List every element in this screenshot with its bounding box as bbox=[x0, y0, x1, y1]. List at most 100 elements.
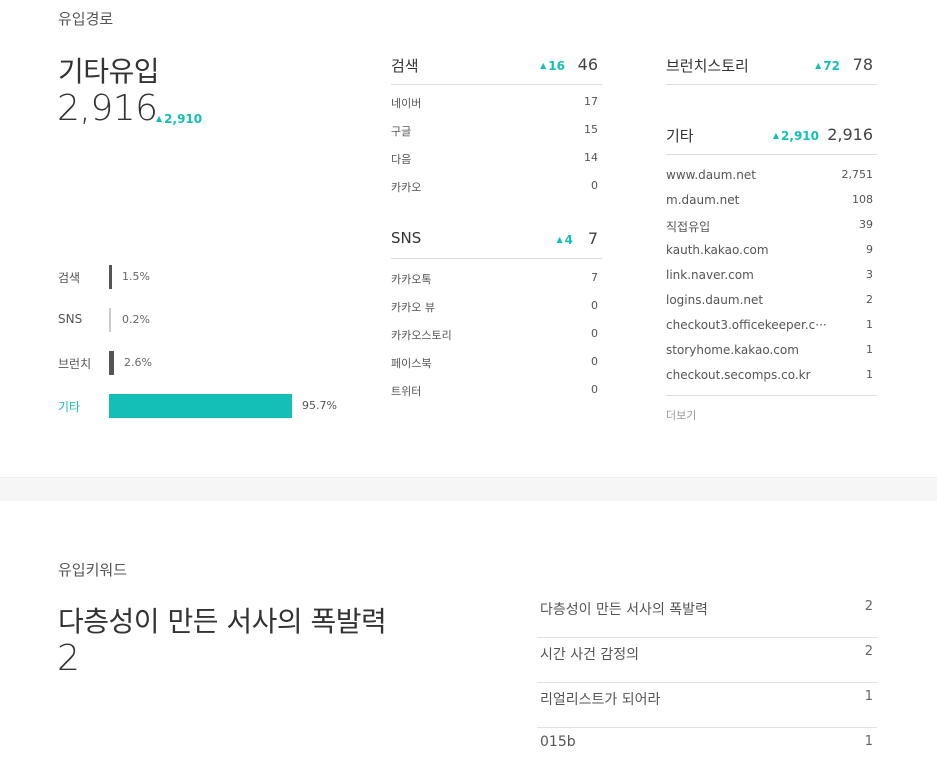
group-count: 46 bbox=[577, 55, 598, 74]
group-header[interactable]: SNS ▲ 4 7 bbox=[391, 221, 602, 259]
ratio-bar bbox=[109, 265, 112, 289]
keyword-label: 다층성이 만든 서사의 폭발력 bbox=[540, 602, 708, 618]
item-value: 1 bbox=[866, 318, 873, 331]
item-value: 0 bbox=[591, 355, 598, 368]
group-sns: SNS ▲ 4 7 카카오톡 7 카카오 뷰 0 카카오스토리 0 페이스북 0 트위터 0 bbox=[391, 221, 602, 411]
item-value: 1 bbox=[866, 368, 873, 381]
keyword-row[interactable]: 시간 사건 감정의 2 bbox=[537, 638, 877, 683]
keyword-row[interactable]: 리얼리스트가 되어라 1 bbox=[537, 683, 877, 728]
item-label: 카카오톡 bbox=[391, 273, 432, 286]
list-item: 구글 15 bbox=[391, 123, 602, 151]
keyword-count: 2 bbox=[864, 644, 873, 659]
group-brunch: 브런치스토리 ▲ 72 78 bbox=[666, 47, 877, 85]
group-count: 7 bbox=[587, 229, 598, 248]
ratio-bar bbox=[109, 308, 111, 332]
list-item: 트위터 0 bbox=[391, 383, 602, 411]
group-etc: 기타 ▲ 2,910 2,916 www.daum.net 2,751 m.daum… bbox=[666, 117, 877, 423]
item-label: 트위터 bbox=[391, 385, 422, 398]
group-delta: ▲ 4 bbox=[556, 233, 573, 247]
keyword-label: 시간 사건 감정의 bbox=[540, 647, 640, 663]
group-count: 2,916 bbox=[827, 125, 873, 144]
item-label: 카카오 뷰 bbox=[391, 301, 435, 314]
item-label: logins.daum.net bbox=[666, 293, 764, 307]
item-label: 카카오 bbox=[391, 181, 422, 194]
list-item[interactable]: checkout.secomps.co.kr 1 bbox=[666, 368, 877, 393]
item-value: 0 bbox=[591, 327, 598, 340]
ratio-label: 기타 bbox=[58, 400, 81, 414]
item-label: 구글 bbox=[391, 125, 412, 138]
selected-keyword-count: 2 bbox=[57, 638, 80, 679]
item-value: 17 bbox=[584, 95, 598, 108]
selected-source-name: 기타유입 bbox=[58, 55, 160, 88]
ratio-label: 검색 bbox=[58, 271, 81, 285]
list-item[interactable]: m.daum.net 108 bbox=[666, 193, 877, 218]
keyword-row[interactable]: 015b 1 bbox=[537, 728, 877, 771]
ratio-bar bbox=[109, 351, 114, 375]
item-value: 9 bbox=[866, 243, 873, 256]
list-item[interactable]: www.daum.net 2,751 bbox=[666, 168, 877, 193]
item-label: kauth.kakao.com bbox=[666, 243, 769, 257]
up-triangle-icon: ▲ bbox=[772, 131, 780, 140]
group-delta-value: 4 bbox=[564, 233, 573, 247]
item-value: 108 bbox=[852, 193, 873, 206]
item-value: 15 bbox=[584, 123, 598, 136]
list-item[interactable]: 직접유입 39 bbox=[666, 218, 877, 243]
ratio-percent: 1.5% bbox=[122, 270, 150, 283]
ratio-row-sns[interactable]: SNS 0.2% bbox=[58, 308, 358, 332]
inflow-section-title: 유입경로 bbox=[58, 10, 114, 28]
list-item[interactable]: storyhome.kakao.com 1 bbox=[666, 343, 877, 368]
keyword-count: 1 bbox=[864, 734, 873, 749]
item-label: storyhome.kakao.com bbox=[666, 343, 799, 357]
group-header[interactable]: 검색 ▲ 16 46 bbox=[391, 47, 602, 85]
item-value: 0 bbox=[591, 299, 598, 312]
group-delta: ▲ 72 bbox=[815, 59, 840, 73]
up-triangle-icon: ▲ bbox=[815, 61, 822, 70]
keyword-count: 2 bbox=[864, 599, 873, 614]
group-search: 검색 ▲ 16 46 네이버 17 구글 15 다음 14 카카오 0 bbox=[391, 47, 602, 207]
item-label: 다음 bbox=[391, 153, 412, 166]
group-delta: ▲ 16 bbox=[540, 59, 565, 73]
more-link[interactable]: 더보기 bbox=[666, 407, 877, 423]
keyword-row[interactable]: 다층성이 만든 서사의 폭발력 2 bbox=[537, 593, 877, 638]
list-item: 카카오톡 7 bbox=[391, 271, 602, 299]
item-value: 14 bbox=[584, 151, 598, 164]
up-triangle-icon: ▲ bbox=[156, 114, 163, 123]
item-value: 1 bbox=[866, 343, 873, 356]
item-value: 0 bbox=[591, 179, 598, 192]
ratio-row-brunch[interactable]: 브런치 2.6% bbox=[58, 351, 358, 375]
ratio-row-search[interactable]: 검색 1.5% bbox=[58, 265, 358, 289]
section-divider bbox=[0, 477, 937, 501]
item-value: 39 bbox=[859, 218, 873, 231]
ratio-label: SNS bbox=[58, 312, 83, 326]
selected-keyword-name: 다층성이 만든 서사의 폭발력 bbox=[58, 605, 387, 638]
item-value: 3 bbox=[866, 268, 873, 281]
group-delta-value: 16 bbox=[548, 59, 565, 73]
keywords-section-title: 유입키워드 bbox=[58, 561, 128, 579]
list-item[interactable]: kauth.kakao.com 9 bbox=[666, 243, 877, 268]
selected-source-delta-value: 2,910 bbox=[164, 112, 203, 126]
item-label: 직접유입 bbox=[666, 220, 711, 234]
ratio-label: 브런치 bbox=[58, 357, 92, 371]
group-name: 기타 bbox=[666, 127, 694, 145]
list-item: 페이스북 0 bbox=[391, 355, 602, 383]
list-item[interactable]: logins.daum.net 2 bbox=[666, 293, 877, 318]
group-header[interactable]: 기타 ▲ 2,910 2,916 bbox=[666, 117, 877, 155]
item-label: checkout3.officekeeper.c··· bbox=[666, 318, 827, 332]
group-delta-value: 2,910 bbox=[781, 129, 819, 143]
keyword-label: 015b bbox=[540, 734, 576, 750]
group-header[interactable]: 브런치스토리 ▲ 72 78 bbox=[666, 47, 877, 85]
list-item[interactable]: link.naver.com 3 bbox=[666, 268, 877, 293]
selected-source-delta: ▲ 2,910 bbox=[156, 112, 202, 126]
list-item[interactable]: checkout3.officekeeper.c··· 1 bbox=[666, 318, 877, 343]
list-item: 카카오 0 bbox=[391, 179, 602, 207]
item-label: www.daum.net bbox=[666, 168, 756, 182]
item-label: 페이스북 bbox=[391, 357, 432, 370]
up-triangle-icon: ▲ bbox=[540, 61, 547, 70]
list-item: 네이버 17 bbox=[391, 95, 602, 123]
item-value: 7 bbox=[591, 271, 598, 284]
item-label: 카카오스토리 bbox=[391, 329, 452, 342]
item-value: 0 bbox=[591, 383, 598, 396]
item-label: link.naver.com bbox=[666, 268, 754, 282]
ratio-row-etc[interactable]: 기타 95.7% bbox=[58, 394, 358, 418]
ratio-percent: 0.2% bbox=[122, 313, 150, 326]
